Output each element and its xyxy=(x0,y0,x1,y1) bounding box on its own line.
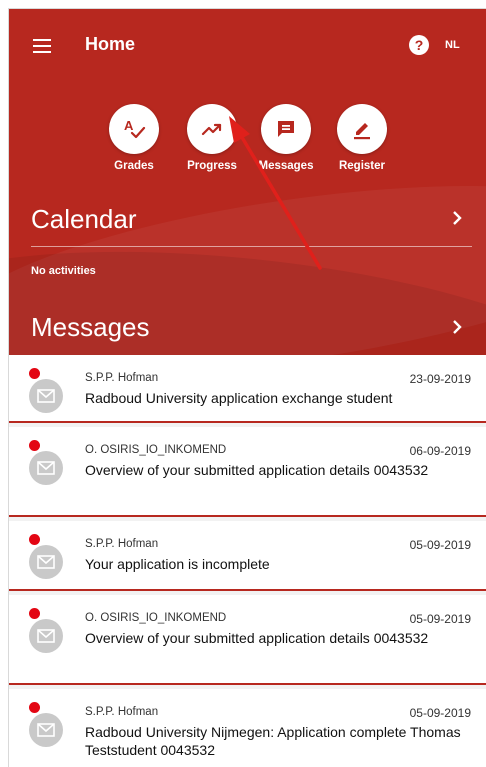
message-item[interactable]: S.P.P. Hofman 23-09-2019 Radboud Univers… xyxy=(9,355,486,423)
help-icon[interactable]: ? xyxy=(409,35,429,55)
divider xyxy=(31,246,472,247)
messages-list: S.P.P. Hofman 23-09-2019 Radboud Univers… xyxy=(9,355,486,767)
register-shortcut-button[interactable]: Register xyxy=(327,104,397,172)
mail-avatar-icon xyxy=(29,545,63,579)
grades-shortcut-button[interactable]: A Grades xyxy=(99,104,169,172)
unread-dot-icon xyxy=(29,440,40,451)
message-icon xyxy=(261,104,311,154)
message-sender: O. OSIRIS_IO_INKOMEND xyxy=(85,612,227,624)
language-switch[interactable]: NL xyxy=(445,39,460,51)
message-item[interactable]: S.P.P. Hofman 05-09-2019 Your applicatio… xyxy=(9,521,486,591)
message-date: 23-09-2019 xyxy=(409,372,471,386)
register-label: Register xyxy=(338,160,386,172)
mail-avatar-icon xyxy=(29,451,63,485)
message-subject: Radboud University application exchange … xyxy=(85,390,393,406)
trending-up-icon xyxy=(187,104,237,154)
messages-chevron-right-icon[interactable] xyxy=(449,319,465,335)
edit-icon xyxy=(337,104,387,154)
message-sender: S.P.P. Hofman xyxy=(85,372,159,384)
spellcheck-icon: A xyxy=(109,104,159,154)
unread-dot-icon xyxy=(29,608,40,619)
unread-dot-icon xyxy=(29,702,40,713)
message-sender: S.P.P. Hofman xyxy=(85,538,159,550)
messages-label: Messages xyxy=(258,160,314,172)
messages-title[interactable]: Messages xyxy=(31,312,150,343)
top-bar: Home ? NL xyxy=(9,9,486,81)
calendar-title[interactable]: Calendar xyxy=(31,204,137,235)
message-date: 05-09-2019 xyxy=(409,706,471,720)
message-item[interactable]: O. OSIRIS_IO_INKOMEND 05-09-2019 Overvie… xyxy=(9,595,486,685)
grades-label: Grades xyxy=(114,160,154,172)
message-sender: S.P.P. Hofman xyxy=(85,706,159,718)
calendar-empty-text: No activities xyxy=(31,265,96,277)
unread-dot-icon xyxy=(29,368,40,379)
message-subject: Radboud University Nijmegen: Application… xyxy=(85,724,461,758)
messages-shortcut-button[interactable]: Messages xyxy=(251,104,321,172)
header-banner: Home ? NL A Grades Progress Messages Reg… xyxy=(9,9,486,355)
progress-label: Progress xyxy=(187,160,237,172)
message-item[interactable]: O. OSIRIS_IO_INKOMEND 06-09-2019 Overvie… xyxy=(9,427,486,517)
progress-shortcut-button[interactable]: Progress xyxy=(177,104,247,172)
page-title: Home xyxy=(85,34,136,54)
message-item[interactable]: S.P.P. Hofman 05-09-2019 Radboud Univers… xyxy=(9,689,486,767)
mail-avatar-icon xyxy=(29,619,63,653)
message-date: 05-09-2019 xyxy=(409,612,471,626)
message-subject: Overview of your submitted application d… xyxy=(85,462,429,478)
mail-avatar-icon xyxy=(29,379,63,413)
message-subject: Overview of your submitted application d… xyxy=(85,630,429,646)
hamburger-menu-icon[interactable] xyxy=(33,39,51,53)
message-date: 05-09-2019 xyxy=(409,538,471,552)
message-subject: Your application is incomplete xyxy=(85,556,270,572)
message-sender: O. OSIRIS_IO_INKOMEND xyxy=(85,444,227,456)
app-frame: Home ? NL A Grades Progress Messages Reg… xyxy=(8,8,486,767)
calendar-chevron-right-icon[interactable] xyxy=(449,210,465,226)
message-date: 06-09-2019 xyxy=(409,444,471,458)
svg-text:A: A xyxy=(124,118,134,133)
mail-avatar-icon xyxy=(29,713,63,747)
unread-dot-icon xyxy=(29,534,40,545)
